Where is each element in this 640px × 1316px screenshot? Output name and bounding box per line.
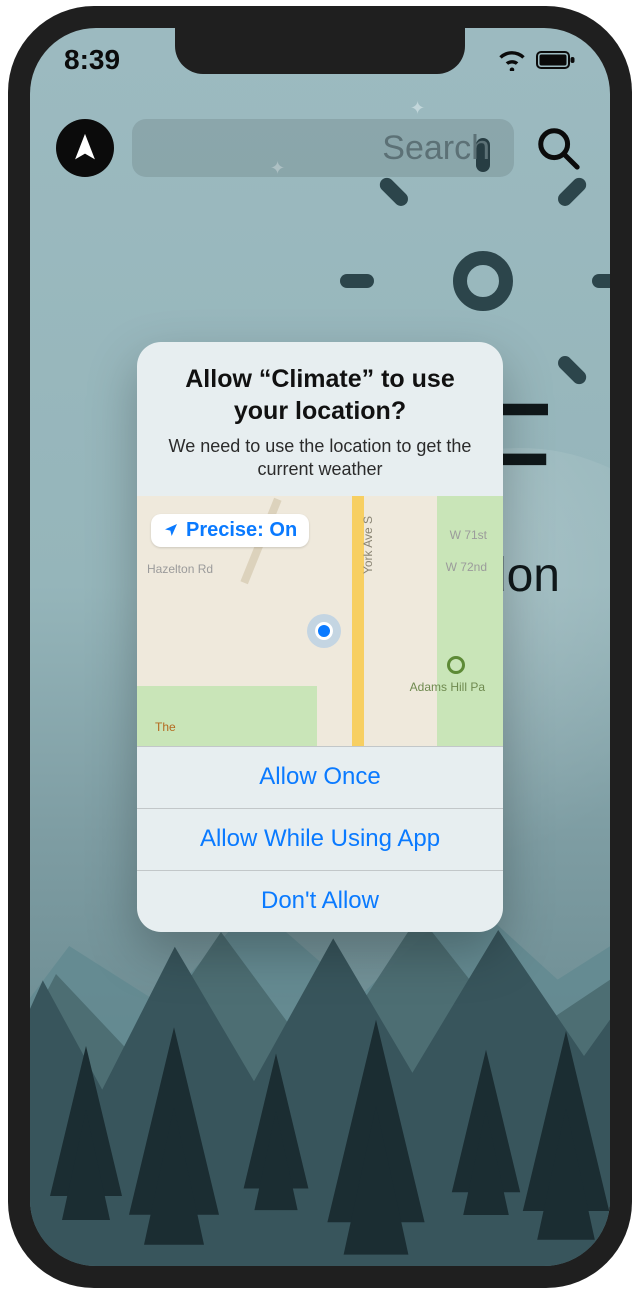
map-poi-label: The (155, 720, 176, 734)
map-road-label: Hazelton Rd (147, 562, 213, 576)
location-map-preview[interactable]: Precise: On Hazelton Rd W 71st W 72nd Ad… (137, 496, 503, 746)
button-label: Allow Once (259, 763, 380, 791)
user-location-marker (307, 614, 341, 648)
dialog-subtitle: We need to use the location to get the c… (159, 435, 481, 482)
location-arrow-icon (163, 522, 179, 538)
allow-while-using-button[interactable]: Allow While Using App (137, 808, 503, 870)
location-permission-dialog: Allow “Climate” to use your location? We… (137, 342, 503, 931)
dialog-header: Allow “Climate” to use your location? We… (137, 342, 503, 495)
map-poi-label: Adams Hill Pa (410, 680, 485, 694)
button-label: Don't Allow (261, 887, 379, 915)
button-label: Allow While Using App (200, 825, 440, 853)
dialog-title: Allow “Climate” to use your location? (159, 364, 481, 427)
dont-allow-button[interactable]: Don't Allow (137, 870, 503, 932)
phone-frame: ✦ ✦ ✦ 8:39 (8, 6, 632, 1288)
map-road-label: W 72nd (446, 560, 487, 574)
allow-once-button[interactable]: Allow Once (137, 746, 503, 808)
screen: ✦ ✦ ✦ 8:39 (30, 28, 610, 1266)
precise-location-toggle[interactable]: Precise: On (151, 514, 309, 547)
map-road-label: W 71st (450, 528, 487, 542)
map-road-label: York Ave S (361, 516, 375, 574)
permission-dialog-backdrop: Allow “Climate” to use your location? We… (30, 28, 610, 1266)
park-icon (447, 656, 465, 674)
precise-label: Precise: On (186, 519, 297, 542)
